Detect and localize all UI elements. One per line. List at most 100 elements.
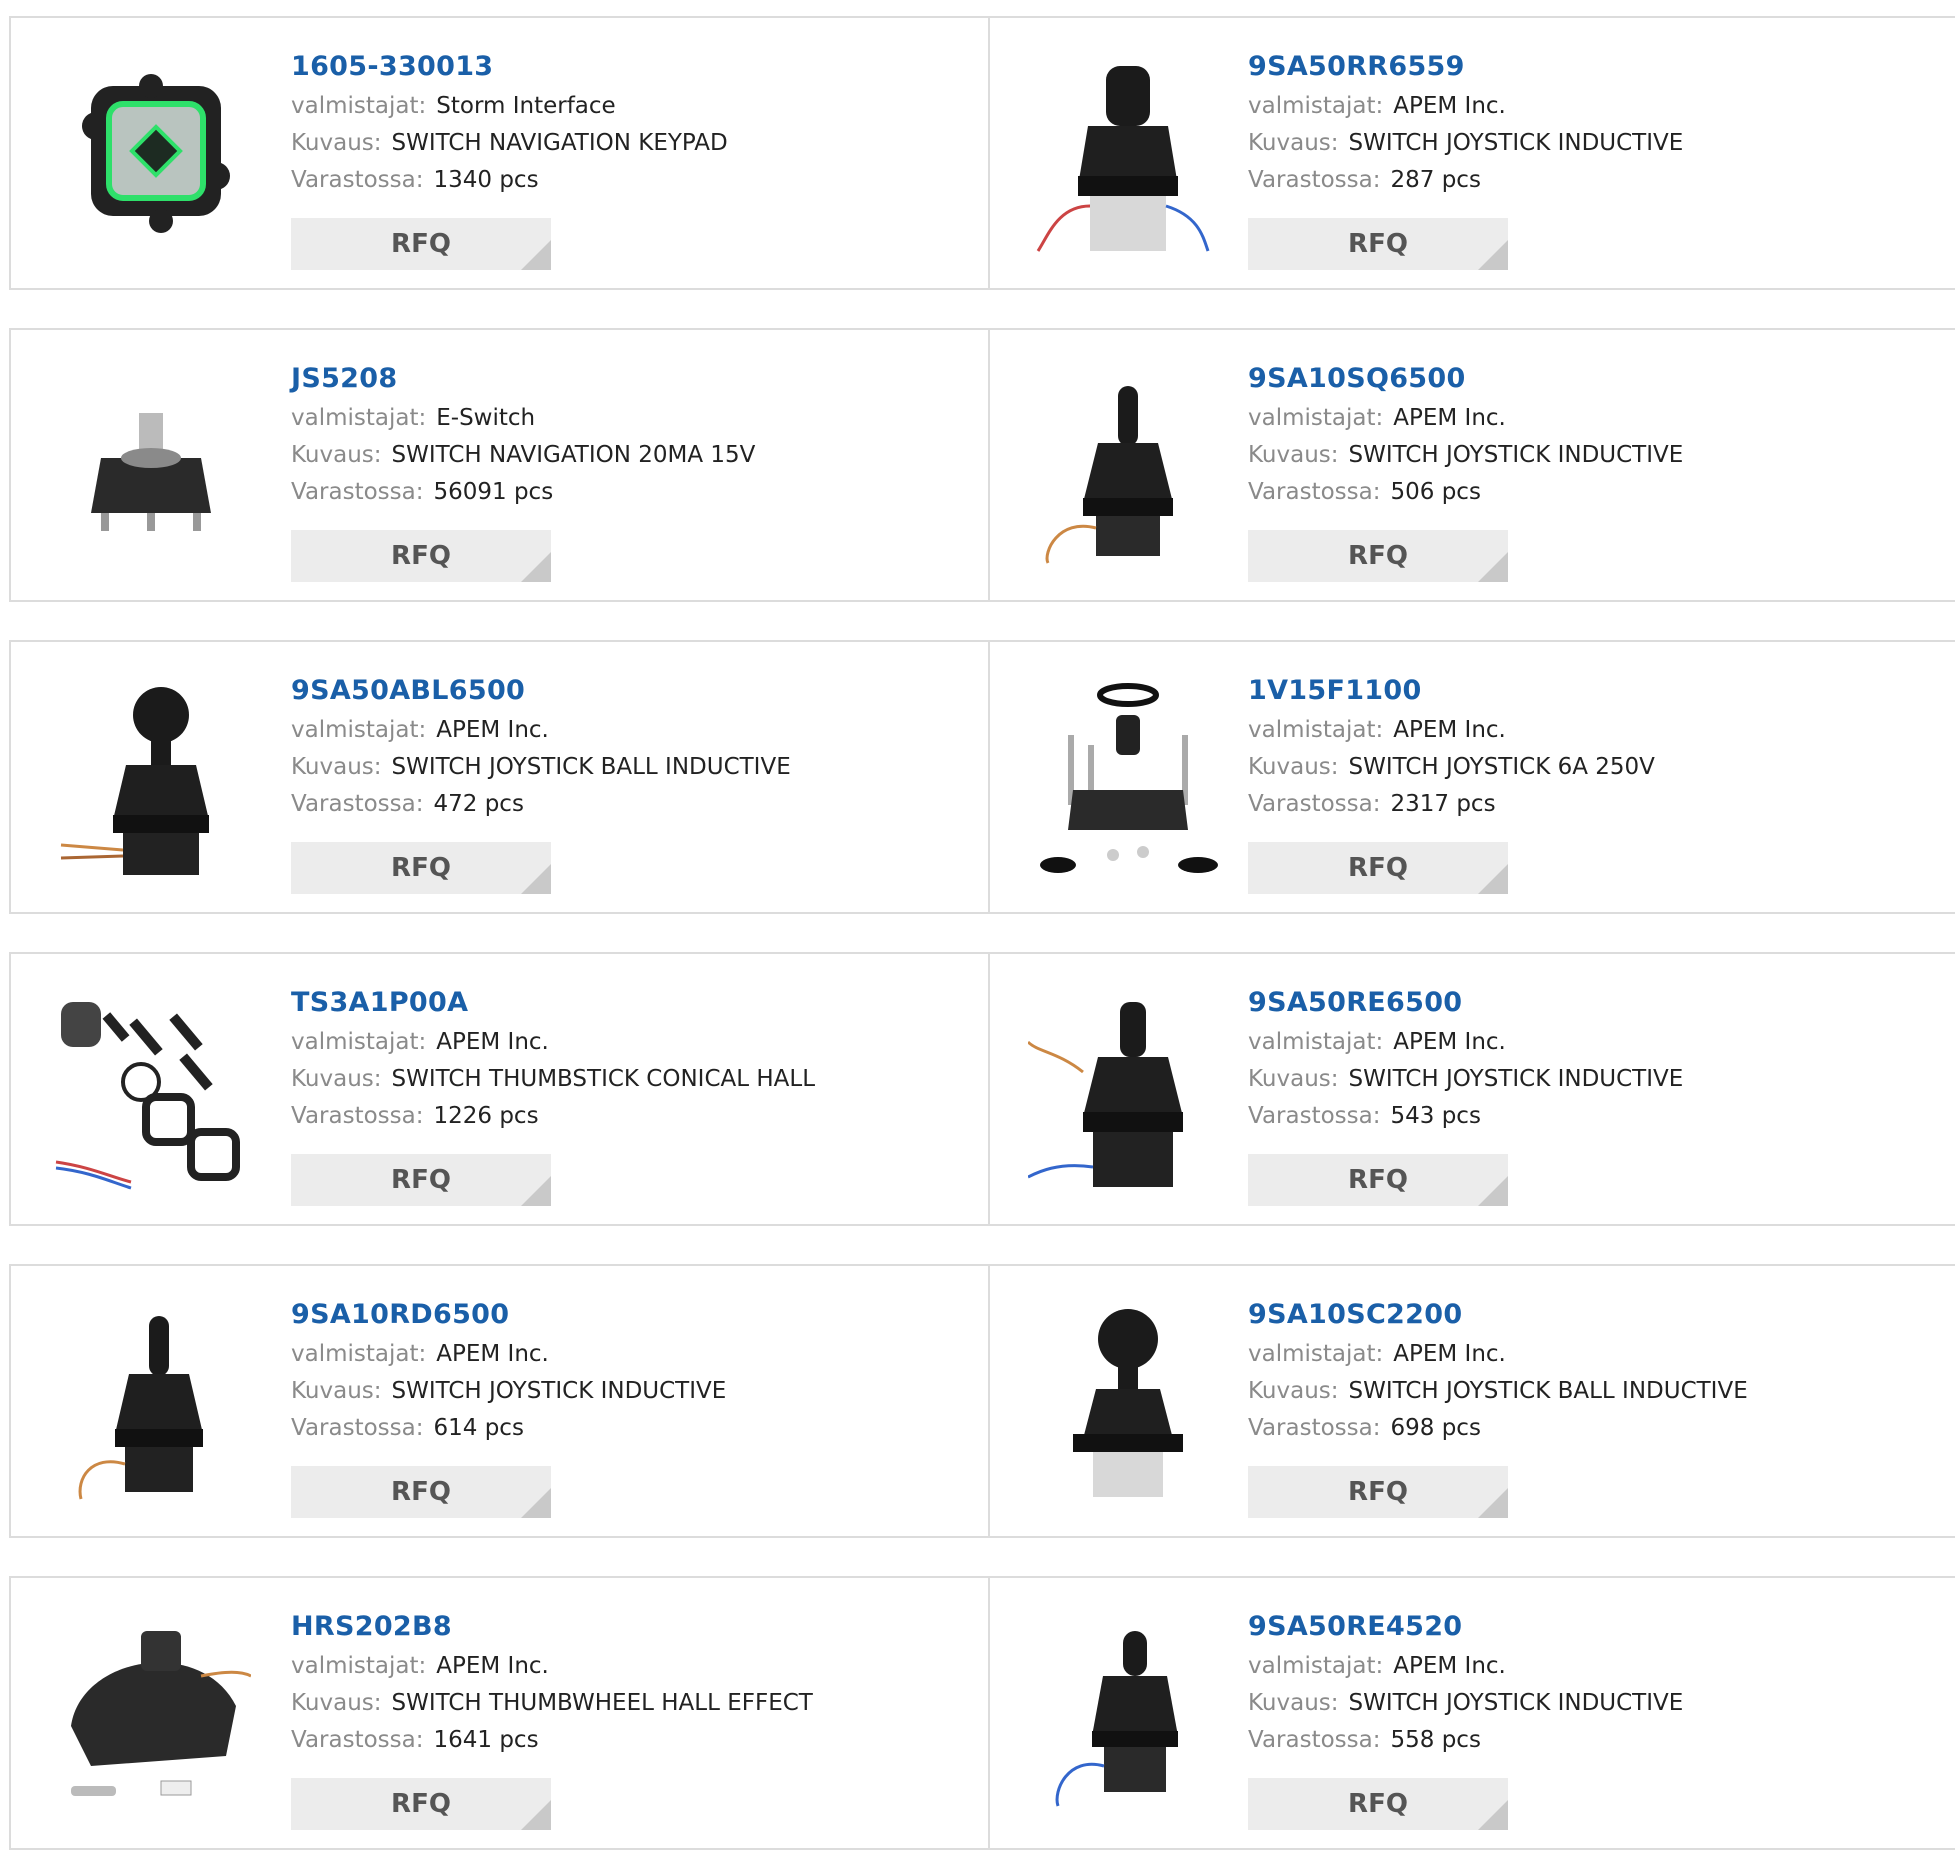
thumbstick-kit-icon bbox=[55, 1002, 240, 1190]
stock-label: Varastossa: bbox=[1248, 1727, 1381, 1753]
manufacturer-label: valmistajat: bbox=[291, 405, 427, 431]
stock-label: Varastossa: bbox=[291, 479, 424, 505]
part-number-link[interactable]: 9SA10SC2200 bbox=[1248, 1294, 1748, 1336]
product-card: HRS202B8 valmistajat: APEM Inc. Kuvaus: SW… bbox=[11, 1578, 988, 1848]
rfq-button[interactable]: RFQ bbox=[1248, 530, 1508, 582]
part-number-link[interactable]: 9SA50RR6559 bbox=[1248, 46, 1683, 88]
rfq-button[interactable]: RFQ bbox=[1248, 1778, 1508, 1830]
rfq-button[interactable]: RFQ bbox=[291, 218, 551, 270]
product-grid: 1605-330013 valmistajat: Storm Interface … bbox=[9, 16, 1955, 1850]
rfq-label: RFQ bbox=[1348, 229, 1408, 259]
rfq-label: RFQ bbox=[1348, 1789, 1408, 1819]
part-number-link[interactable]: 9SA50RE4520 bbox=[1248, 1606, 1683, 1648]
corner-fold-icon bbox=[521, 864, 551, 894]
stock-value: 698 pcs bbox=[1390, 1415, 1481, 1441]
product-image[interactable] bbox=[51, 992, 251, 1192]
manufacturer-label: valmistajat: bbox=[1248, 405, 1384, 431]
rfq-button[interactable]: RFQ bbox=[291, 1466, 551, 1518]
stock-label: Varastossa: bbox=[1248, 791, 1381, 817]
part-number-link[interactable]: JS5208 bbox=[291, 358, 755, 400]
product-image[interactable] bbox=[51, 1616, 251, 1816]
product-image[interactable] bbox=[51, 56, 251, 256]
stock-label: Varastossa: bbox=[291, 167, 424, 193]
rfq-label: RFQ bbox=[391, 1165, 451, 1195]
product-info: JS5208 valmistajat: E-Switch Kuvaus: SWITC… bbox=[291, 358, 755, 511]
description-label: Kuvaus: bbox=[291, 1066, 382, 1092]
product-card: JS5208 valmistajat: E-Switch Kuvaus: SWITC… bbox=[11, 330, 988, 600]
corner-fold-icon bbox=[521, 552, 551, 582]
product-image[interactable] bbox=[1028, 56, 1228, 256]
rfq-button[interactable]: RFQ bbox=[291, 530, 551, 582]
product-info: 9SA50RE4520 valmistajat: APEM Inc. Kuvaus… bbox=[1248, 1606, 1683, 1759]
stock-value: 1340 pcs bbox=[433, 167, 539, 193]
manufacturer-value: APEM Inc. bbox=[1393, 405, 1506, 431]
product-card: 9SA10SQ6500 valmistajat: APEM Inc. Kuvaus… bbox=[988, 330, 1955, 600]
rfq-button[interactable]: RFQ bbox=[1248, 842, 1508, 894]
corner-fold-icon bbox=[1478, 240, 1508, 270]
manufacturer-value: Storm Interface bbox=[436, 93, 616, 119]
product-card: 9SA10SC2200 valmistajat: APEM Inc. Kuvaus… bbox=[988, 1266, 1955, 1536]
product-card: 9SA50RE4520 valmistajat: APEM Inc. Kuvaus… bbox=[988, 1578, 1955, 1848]
part-number-link[interactable]: 9SA50RE6500 bbox=[1248, 982, 1683, 1024]
rfq-button[interactable]: RFQ bbox=[291, 1778, 551, 1830]
rfq-label: RFQ bbox=[1348, 541, 1408, 571]
part-number-link[interactable]: HRS202B8 bbox=[291, 1606, 813, 1648]
product-image[interactable] bbox=[1028, 1616, 1228, 1816]
manufacturer-label: valmistajat: bbox=[1248, 1029, 1384, 1055]
joystick-icon bbox=[1028, 1002, 1183, 1187]
product-card: 9SA10RD6500 valmistajat: APEM Inc. Kuvaus… bbox=[11, 1266, 988, 1536]
part-number-link[interactable]: 9SA50ABL6500 bbox=[291, 670, 791, 712]
product-image[interactable] bbox=[1028, 1304, 1228, 1504]
corner-fold-icon bbox=[1478, 864, 1508, 894]
stock-value: 558 pcs bbox=[1390, 1727, 1481, 1753]
description-value: SWITCH JOYSTICK INDUCTIVE bbox=[1348, 130, 1684, 156]
description-label: Kuvaus: bbox=[291, 130, 382, 156]
product-card: 9SA50RE6500 valmistajat: APEM Inc. Kuvaus… bbox=[988, 954, 1955, 1224]
description-label: Kuvaus: bbox=[1248, 130, 1339, 156]
part-number-link[interactable]: 1605-330013 bbox=[291, 46, 728, 88]
description-label: Kuvaus: bbox=[1248, 1066, 1339, 1092]
product-row: HRS202B8 valmistajat: APEM Inc. Kuvaus: SW… bbox=[9, 1576, 1955, 1850]
product-image[interactable] bbox=[1028, 368, 1228, 568]
rfq-label: RFQ bbox=[391, 853, 451, 883]
rfq-button[interactable]: RFQ bbox=[291, 842, 551, 894]
rfq-button[interactable]: RFQ bbox=[291, 1154, 551, 1206]
rfq-button[interactable]: RFQ bbox=[1248, 1466, 1508, 1518]
product-image[interactable] bbox=[1028, 680, 1228, 880]
manufacturer-label: valmistajat: bbox=[291, 1653, 427, 1679]
product-image[interactable] bbox=[51, 680, 251, 880]
product-image[interactable] bbox=[51, 368, 251, 568]
corner-fold-icon bbox=[1478, 1800, 1508, 1830]
part-number-link[interactable]: 1V15F1100 bbox=[1248, 670, 1655, 712]
part-number-link[interactable]: 9SA10SQ6500 bbox=[1248, 358, 1683, 400]
stock-label: Varastossa: bbox=[1248, 1103, 1381, 1129]
manufacturer-value: APEM Inc. bbox=[1393, 1341, 1506, 1367]
corner-fold-icon bbox=[1478, 1488, 1508, 1518]
part-number-link[interactable]: 9SA10RD6500 bbox=[291, 1294, 726, 1336]
stock-value: 2317 pcs bbox=[1390, 791, 1496, 817]
corner-fold-icon bbox=[521, 1488, 551, 1518]
manufacturer-value: E-Switch bbox=[436, 405, 536, 431]
rfq-button[interactable]: RFQ bbox=[1248, 218, 1508, 270]
manufacturer-value: APEM Inc. bbox=[436, 1341, 549, 1367]
product-row: 9SA50ABL6500 valmistajat: APEM Inc. Kuvau… bbox=[9, 640, 1955, 914]
product-row: 1605-330013 valmistajat: Storm Interface … bbox=[9, 16, 1955, 290]
manufacturer-value: APEM Inc. bbox=[436, 1653, 549, 1679]
product-card: 1605-330013 valmistajat: Storm Interface … bbox=[11, 18, 988, 288]
product-image[interactable] bbox=[1028, 992, 1228, 1192]
rfq-button[interactable]: RFQ bbox=[1248, 1154, 1508, 1206]
rfq-label: RFQ bbox=[1348, 1165, 1408, 1195]
product-image[interactable] bbox=[51, 1304, 251, 1504]
product-card: 1V15F1100 valmistajat: APEM Inc. Kuvaus: S… bbox=[988, 642, 1955, 912]
manufacturer-label: valmistajat: bbox=[1248, 717, 1384, 743]
part-number-link[interactable]: TS3A1P00A bbox=[291, 982, 815, 1024]
stock-label: Varastossa: bbox=[291, 1103, 424, 1129]
product-row: JS5208 valmistajat: E-Switch Kuvaus: SWITC… bbox=[9, 328, 1955, 602]
rfq-label: RFQ bbox=[391, 1477, 451, 1507]
manufacturer-label: valmistajat: bbox=[1248, 93, 1384, 119]
manufacturer-value: APEM Inc. bbox=[1393, 717, 1506, 743]
corner-fold-icon bbox=[521, 1176, 551, 1206]
product-card: 9SA50ABL6500 valmistajat: APEM Inc. Kuvau… bbox=[11, 642, 988, 912]
manufacturer-label: valmistajat: bbox=[1248, 1653, 1384, 1679]
rfq-label: RFQ bbox=[391, 1789, 451, 1819]
